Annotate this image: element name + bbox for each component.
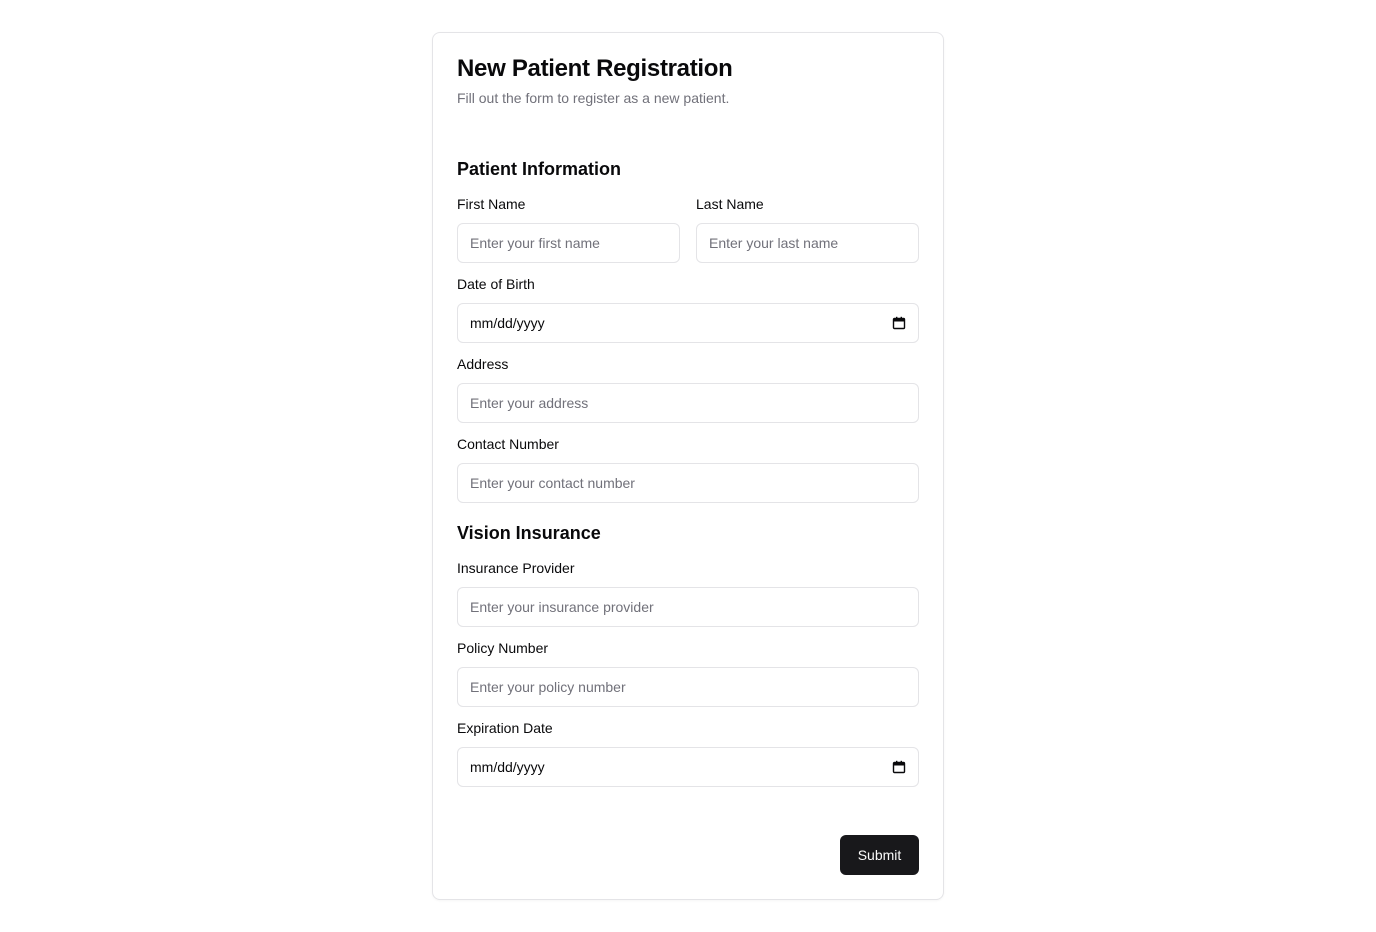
last-name-label: Last Name	[696, 196, 764, 212]
address-label: Address	[457, 356, 509, 372]
first-name-label: First Name	[457, 196, 526, 212]
address-input[interactable]	[457, 383, 919, 423]
section-heading-patient-information: Patient Information	[457, 159, 622, 179]
expiration-date-label: Expiration Date	[457, 720, 553, 736]
last-name-input[interactable]	[696, 223, 919, 263]
page-subtitle: Fill out the form to register as a new p…	[457, 90, 730, 106]
registration-card: New Patient Registration Fill out the fo…	[432, 32, 944, 900]
contact-number-label: Contact Number	[457, 436, 559, 452]
first-name-input[interactable]	[457, 223, 680, 263]
expiration-date-text: mm/dd/yyyy	[470, 759, 545, 775]
calendar-icon[interactable]	[892, 760, 906, 774]
dob-label: Date of Birth	[457, 276, 535, 292]
submit-button[interactable]: Submit	[840, 835, 919, 875]
section-heading-vision-insurance: Vision Insurance	[457, 523, 601, 543]
page-title: New Patient Registration	[457, 55, 733, 82]
insurance-provider-input[interactable]	[457, 587, 919, 627]
insurance-provider-label: Insurance Provider	[457, 560, 575, 576]
contact-number-input[interactable]	[457, 463, 919, 503]
dob-date-input[interactable]: mm/dd/yyyy	[457, 303, 919, 343]
expiration-date-input[interactable]: mm/dd/yyyy	[457, 747, 919, 787]
policy-number-input[interactable]	[457, 667, 919, 707]
dob-date-text: mm/dd/yyyy	[470, 315, 545, 331]
policy-number-label: Policy Number	[457, 640, 549, 656]
calendar-icon[interactable]	[892, 316, 906, 330]
